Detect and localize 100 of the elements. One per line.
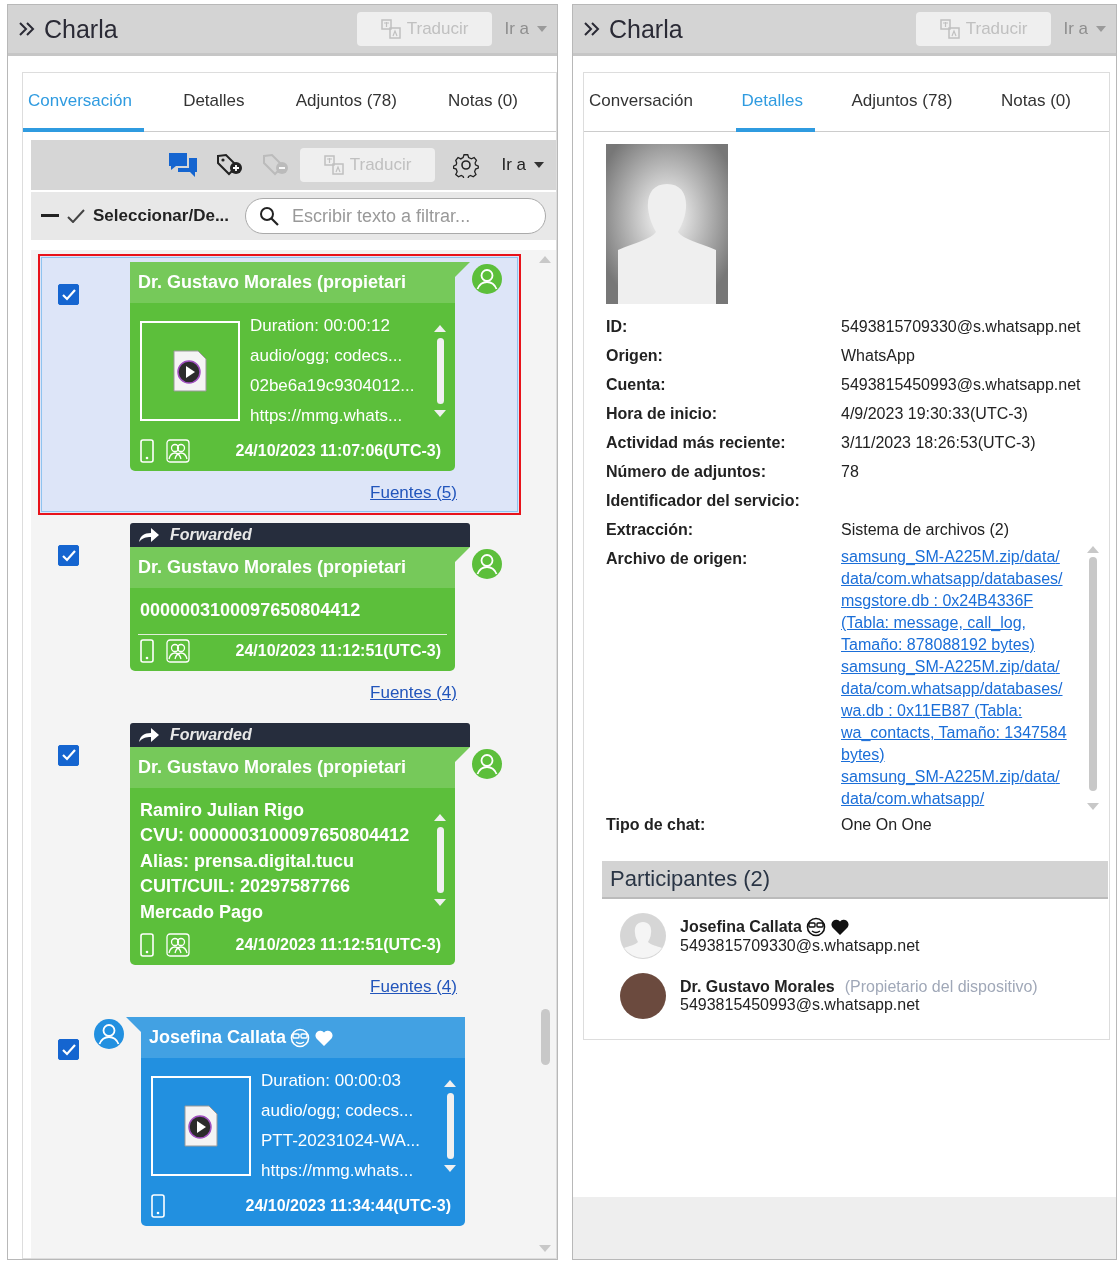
message-timestamp: 24/10/2023 11:34:44(UTC-3) <box>245 1197 451 1215</box>
chat-icon[interactable] <box>167 151 198 179</box>
group-icon <box>166 439 190 463</box>
settings-icon[interactable] <box>453 152 480 178</box>
scroll-down-arrow-icon <box>539 1245 551 1252</box>
filter-field[interactable]: Escribir texto a filtrar... <box>245 198 546 234</box>
heart-icon <box>829 918 850 936</box>
phone-icon <box>151 1194 165 1218</box>
tab[interactable]: Conversación <box>23 73 144 132</box>
user-avatar-icon <box>472 264 502 294</box>
tab[interactable]: Adjuntos (78) <box>290 73 409 132</box>
scroll-down-arrow-icon <box>434 410 446 417</box>
tab[interactable]: Detalles <box>178 73 257 132</box>
scrollbar-thumb[interactable] <box>436 338 444 404</box>
message-text: 0000003100097650804412 <box>140 599 362 622</box>
detail-value: 3/11/2023 18:26:53(UTC-3) <box>841 433 1037 453</box>
caret-icon <box>537 26 547 32</box>
scrollbar-thumb[interactable] <box>1089 557 1097 791</box>
user-avatar-icon <box>472 748 502 779</box>
message-text: CUIT/CUIL: 20297587766 <box>140 875 352 898</box>
minus-icon[interactable] <box>41 214 59 218</box>
checkbox[interactable] <box>58 545 79 566</box>
scroll-up-arrow-icon <box>1087 546 1099 553</box>
translate-icon <box>939 19 960 39</box>
caret-icon <box>1096 26 1106 32</box>
detail-value: One On One <box>841 815 933 835</box>
participant-id: 5493815709330@s.whatsapp.net <box>680 937 920 955</box>
select-toggle[interactable]: Seleccionar/De... <box>93 206 230 226</box>
sources-link[interactable]: Fuentes (5) <box>370 483 457 503</box>
message-timestamp: 24/10/2023 11:07:06(UTC-3) <box>235 442 441 460</box>
message-timestamp: 24/10/2023 11:12:51(UTC-3) <box>235 936 441 954</box>
audio-thumbnail[interactable] <box>140 321 240 421</box>
detail-value: 4/9/2023 19:30:33(UTC-3) <box>841 404 1029 424</box>
detail-value: 5493815709330@s.whatsapp.net <box>841 317 1082 337</box>
attachment-info: Duration: 00:00:03 <box>261 1070 402 1092</box>
bubble-tail <box>126 1017 141 1032</box>
checkbox[interactable] <box>58 1039 79 1060</box>
section-header: Participantes (2) <box>602 861 1108 899</box>
forward-arrow-icon <box>138 527 160 543</box>
detail-value: WhatsApp <box>841 346 916 366</box>
scroll-up-arrow-icon <box>539 256 551 263</box>
detail-label: Identificador del servicio: <box>606 491 801 511</box>
source-file-link[interactable]: samsung_SM-A225M.zip/data/data/com.whatsapp/databases/wa.db : 0x11EB87 (Tabla: wa_contacts, Tamaño: 1347584 bytes) <box>841 656 1079 766</box>
forward-arrow-icon <box>138 726 160 743</box>
double-chevron-icon[interactable] <box>18 21 36 37</box>
sources-link[interactable]: Fuentes (4) <box>370 682 457 703</box>
tab[interactable]: Conversación <box>584 73 705 132</box>
message-timestamp: 24/10/2023 11:12:51(UTC-3) <box>235 641 441 660</box>
message-row[interactable]: Forwarded Dr. Gustavo Morales (propietari 0000003100097650804412 24/10/2023 11:12:51(UTC-3) Fuentes (4) <box>38 515 521 715</box>
scrollbar-thumb[interactable] <box>446 1093 454 1159</box>
audio-file-icon <box>173 350 207 392</box>
tab[interactable]: Adjuntos (78) <box>846 73 965 132</box>
scrollbar[interactable] <box>1087 546 1099 810</box>
detail-value: 5493815450993@s.whatsapp.net <box>841 375 1082 395</box>
detail-label: Hora de inicio: <box>606 404 719 424</box>
user-avatar-icon <box>94 1019 124 1049</box>
message-text: Mercado Pago <box>140 900 265 924</box>
attachment-info: 02be6a19c9304012... <box>250 375 416 397</box>
tab[interactable]: Detalles <box>736 73 815 132</box>
caret-icon <box>534 162 544 168</box>
tag-add-icon[interactable] <box>215 153 244 177</box>
group-icon <box>166 638 190 663</box>
scroll-up-arrow-icon <box>434 814 446 822</box>
message-text: CVU: 0000003100097650804412 <box>140 824 411 847</box>
checkbox[interactable] <box>58 284 79 305</box>
search-icon <box>259 206 280 226</box>
scrollbar-thumb[interactable] <box>540 1009 550 1065</box>
double-chevron-icon[interactable] <box>583 21 601 37</box>
audio-thumbnail[interactable] <box>151 1076 251 1176</box>
forwarded-label: Forwarded <box>170 526 252 544</box>
message-row[interactable]: Josefina Callata Duration: 00:00:03 audio/ogg; codecs... PTT-20231024-WA... https://mmg.whats... 24/10/2023 11:34:44(UTC-3) <box>38 1009 521 1238</box>
audio-file-icon <box>184 1105 218 1147</box>
detail-label: Archivo de origen: <box>606 549 749 569</box>
glasses-face-icon <box>290 1027 311 1048</box>
detail-label: Número de adjuntos: <box>606 462 767 482</box>
detail-value: Sistema de archivos (2) <box>841 520 1011 540</box>
tab[interactable]: Notas (0) <box>443 73 530 132</box>
sender-name: Josefina Callata <box>149 1027 287 1048</box>
message-text: Alias: prensa.digital.tucu <box>140 849 356 873</box>
checkbox[interactable] <box>58 744 79 766</box>
attachment-info: https://mmg.whats... <box>250 405 404 427</box>
sources-link[interactable]: Fuentes (4) <box>370 977 457 997</box>
message-row[interactable]: Dr. Gustavo Morales (propietari Duration: 00:00:12 audio/ogg; codecs... 02be6a19c9304012... https://mmg.whats... 24/10/2023 11:07:06(UTC-3) Fuentes (5) <box>38 254 521 515</box>
glasses-face-icon <box>805 917 826 937</box>
heart-icon <box>314 1028 335 1047</box>
message-text: Ramiro Julian Rigo <box>140 798 306 822</box>
message-row[interactable]: Forwarded Dr. Gustavo Morales (propietari Ramiro Julian Rigo CVU: 0000003100097650804412 Alias: prensa.digital.tucu CUIT/CUIL: 20297587766 Mercado Pago 24/10/2023 11:12:51(UTC-3) Fuentes (4) <box>38 714 521 1009</box>
detail-label: Origen: <box>606 346 664 366</box>
bubble-tail <box>455 547 470 562</box>
check-icon[interactable] <box>67 209 85 223</box>
participant-name: Josefina Callata <box>680 918 802 936</box>
source-file-link[interactable]: samsung_SM-A225M.zip/data/data/com.whatsapp/databases/msgstore.db : 0x24B4336F (Tabla: message, call_log, Tamaño: 878088192 bytes) <box>841 546 1079 656</box>
source-file-link[interactable]: samsung_SM-A225M.zip/data/data/com.whatsapp/ <box>841 766 1079 810</box>
avatar-silhouette-icon <box>620 913 666 959</box>
scrollbar-thumb[interactable] <box>436 827 444 894</box>
tab[interactable]: Notas (0) <box>996 73 1083 132</box>
scroll-down-arrow-icon <box>444 1165 456 1172</box>
participant-name: Dr. Gustavo Morales <box>680 978 835 996</box>
go-to-dropdown[interactable]: Ir a <box>497 155 548 175</box>
check-icon <box>61 288 76 301</box>
